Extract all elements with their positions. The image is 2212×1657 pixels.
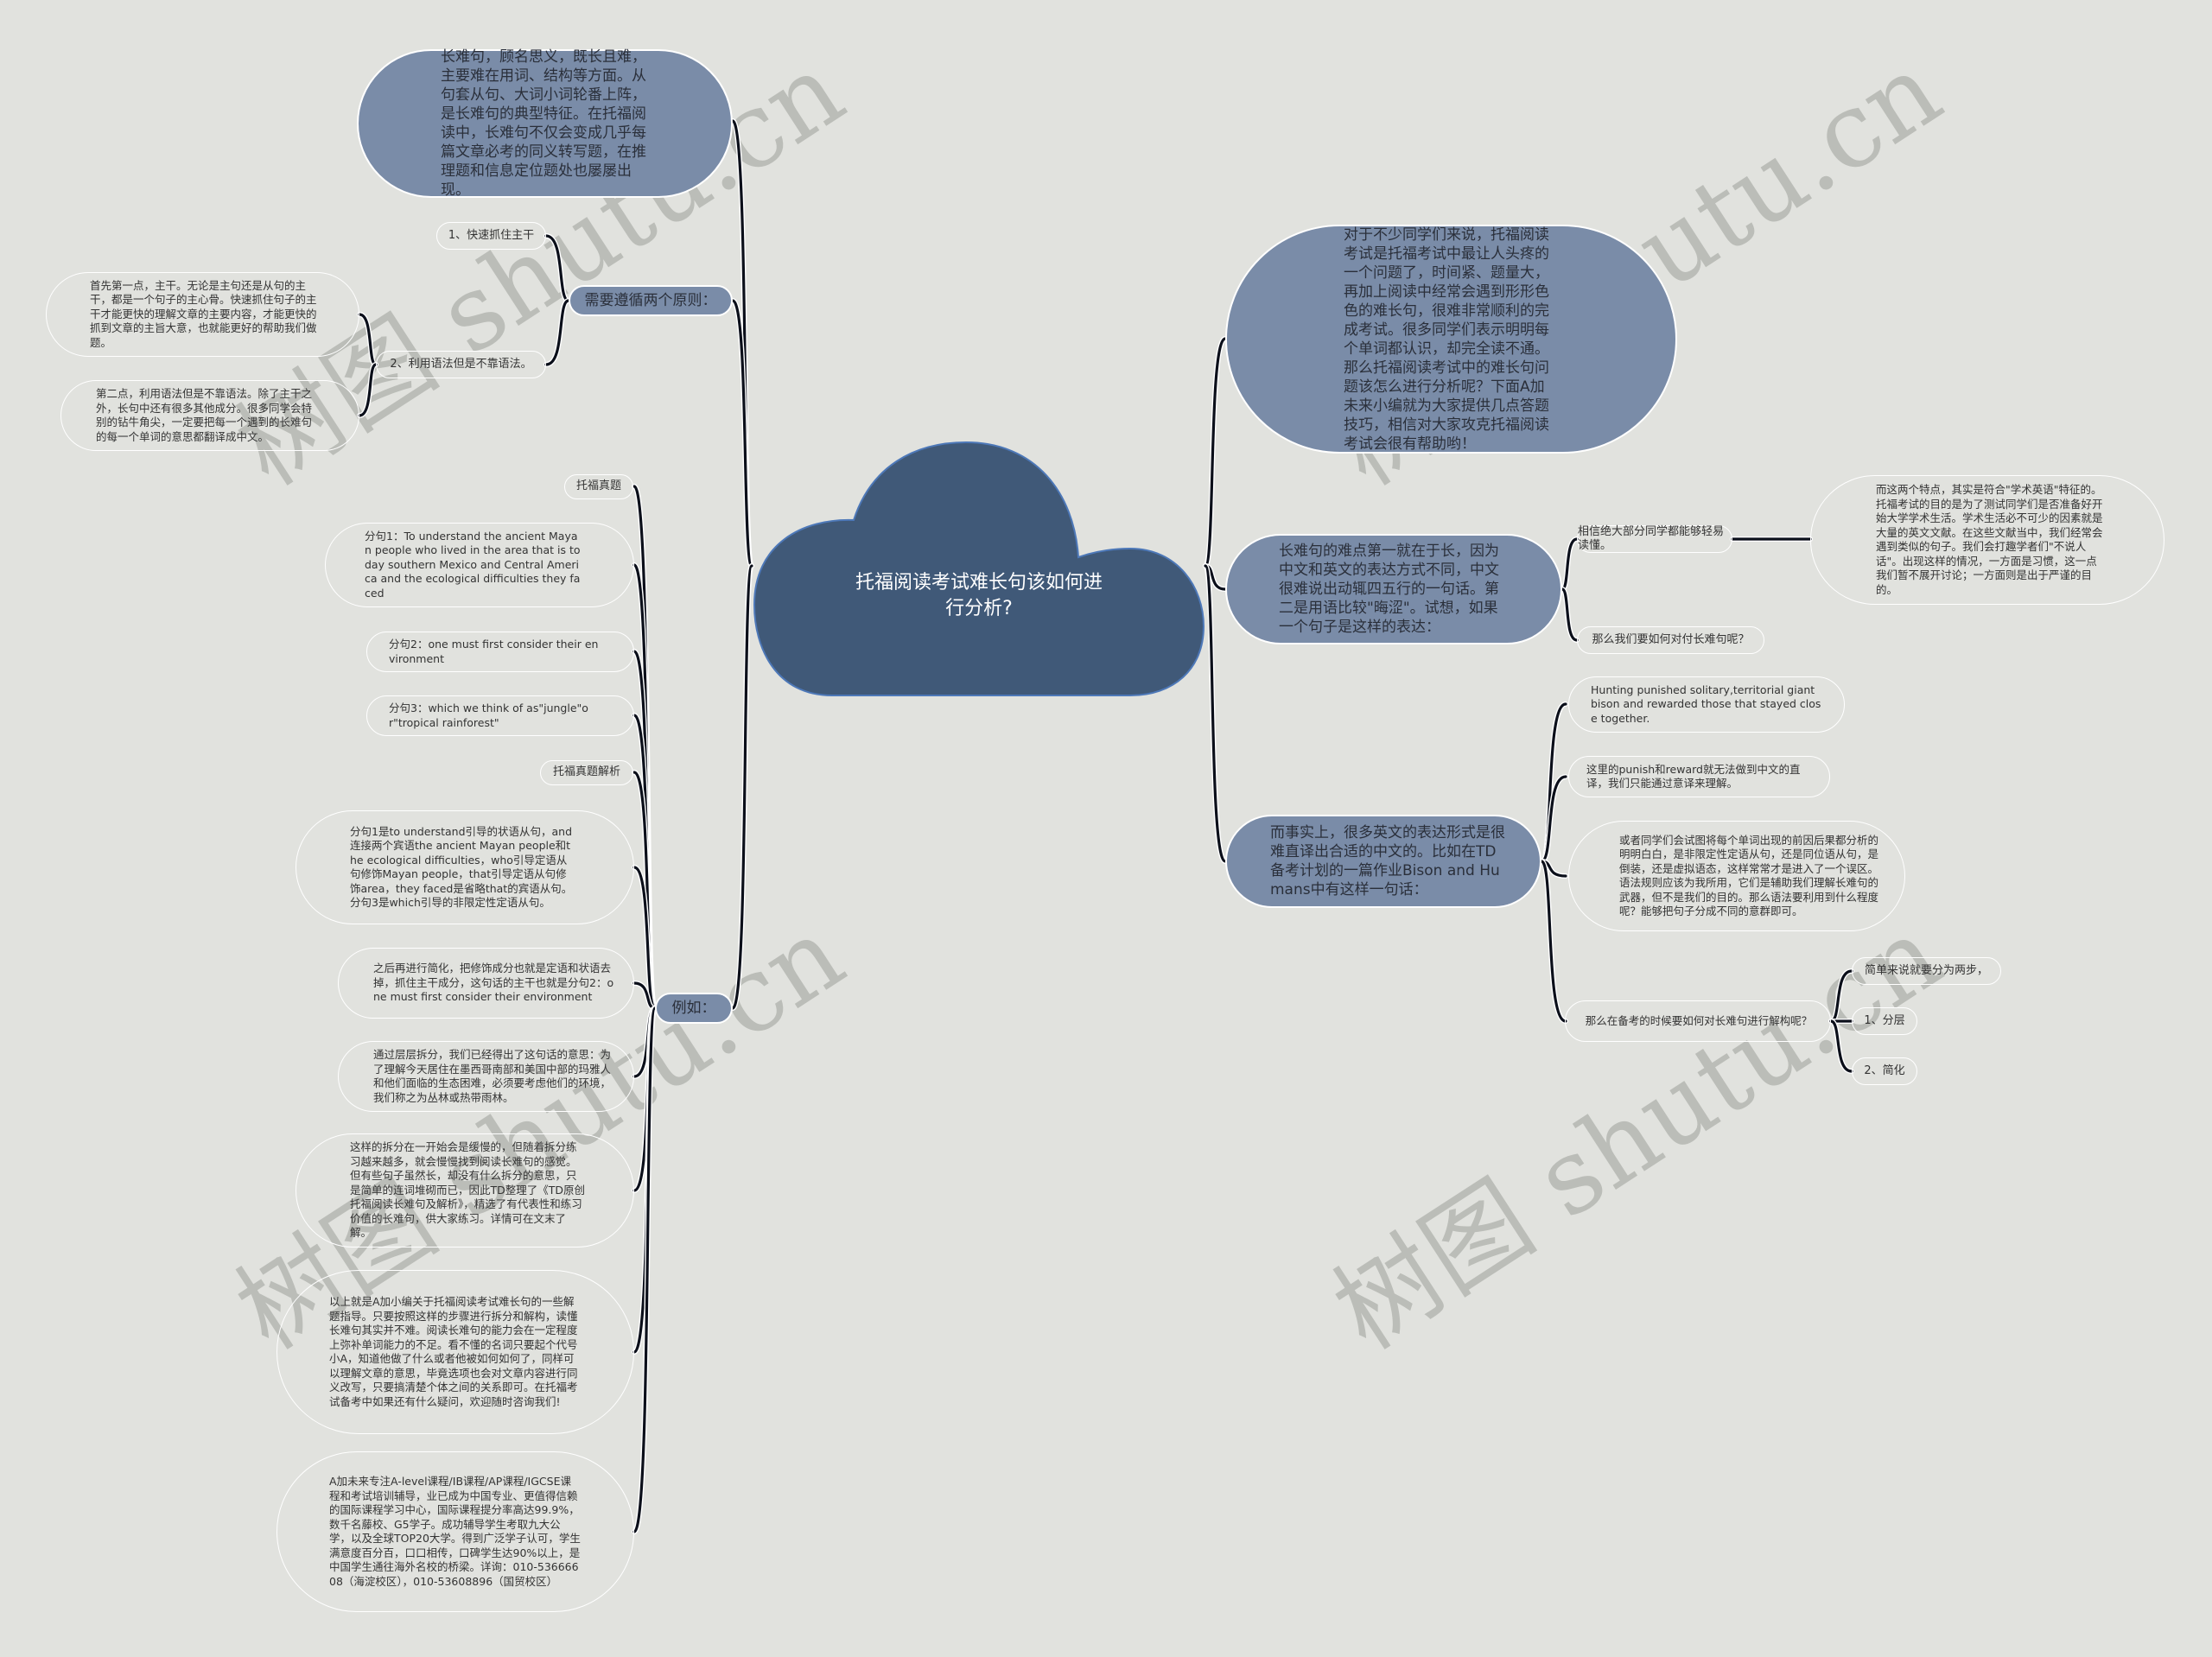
fact-grammar-note[interactable]: 或者同学们会试图将每个单词出现的前因后果都分析的明明白白，是非限定性定语从句，还… <box>1568 821 1905 931</box>
difficulty-easy-node[interactable]: 相信绝大部分同学都能够轻易读懂。 <box>1577 525 1732 553</box>
node-text: 以上就是A加小编关于托福阅读考试难长句的一些解题指导。只要按照这样的步骤进行拆分… <box>329 1295 578 1408</box>
deconstruct-step-intro[interactable]: 简单来说就要分为两步， <box>1852 957 2001 985</box>
deconstruct-step-1[interactable]: 1、分层 <box>1852 1007 1917 1035</box>
node-text: 那么我们要如何对付长难句呢？ <box>1592 632 1750 646</box>
node-text: 1、快速抓住主干 <box>448 228 535 242</box>
deconstruct-node[interactable]: 那么在备考的时候要如何对长难句进行解构呢？ <box>1565 1000 1831 1042</box>
node-text: 托福真题 <box>575 479 621 493</box>
example-item-promo[interactable]: A加未来专注A-level课程/IB课程/AP课程/IGCSE课程和考试培训辅导… <box>276 1451 634 1612</box>
fact-node[interactable]: 而事实上，很多英文的表达形式是很难直译出合适的中文的。比如在TD备考计划的一篇作… <box>1225 815 1541 908</box>
node-text: 分句1是to understand引导的状语从句，and连接两个宾语the an… <box>350 824 573 910</box>
example-item-meaning[interactable]: 通过层层拆分，我们已经得出了这句话的意思：为了理解今天居住在墨西哥南部和美国中部… <box>338 1041 634 1112</box>
node-text: 分句2：one must first consider their enviro… <box>389 638 599 665</box>
node-text: 通过层层拆分，我们已经得出了这句话的意思：为了理解今天居住在墨西哥南部和美国中部… <box>373 1048 612 1104</box>
node-text: 对于不少同学们来说，托福阅读考试是托福考试中最让人头疼的一个问题了，时间紧、题量… <box>1344 225 1549 453</box>
node-text: Hunting punished solitary,territorial gi… <box>1591 682 1821 725</box>
node-text: 之后再进行简化，把修饰成分也就是定语和状语去掉，抓住主干成分，这句话的主干也就是… <box>373 962 614 1004</box>
difficulty-node[interactable]: 长难句的难点第一就在于长，因为中文和英文的表达方式不同，中文很难说出动辄四五行的… <box>1225 534 1562 644</box>
root-title: 托福阅读考试难长句该如何进行分析? <box>855 572 1103 619</box>
root-node[interactable]: 托福阅读考试难长句该如何进行分析? <box>750 432 1208 700</box>
link-fact-item-3-halo <box>1539 859 1568 1024</box>
difficulty-detail-node[interactable]: 而这两个特点，其实是符合"学术英语"特征的。托福考试的目的是为了测试同学们是否准… <box>1810 475 2164 605</box>
node-text: 这样的拆分在一开始会是缓慢的，但随着拆分练习越来越多，就会慢慢找到阅读长难句的感… <box>350 1140 586 1240</box>
node-text: 分句1：To understand the ancient Mayan peop… <box>365 529 581 600</box>
fact-translation-note[interactable]: 这里的punish和reward就无法做到中文的直译，我们只能通过意译来理解。 <box>1568 756 1830 797</box>
node-text: 相信绝大部分同学都能够轻易读懂。 <box>1578 524 1725 553</box>
example-item-toefl-question[interactable]: 托福真题 <box>564 474 633 499</box>
example-node[interactable]: 例如： <box>655 993 733 1024</box>
node-text: 或者同学们会试图将每个单词出现的前因后果都分析的明明白白，是非限定性定语从句，还… <box>1619 833 1879 918</box>
example-item-clause-2[interactable]: 分句2：one must first consider their enviro… <box>366 632 634 672</box>
intro-right-node[interactable]: 对于不少同学们来说，托福阅读考试是托福考试中最让人头疼的一个问题了，时间紧、题量… <box>1225 225 1677 454</box>
node-text: 2、利用语法但是不靠语法。 <box>390 357 532 371</box>
principles-node[interactable]: 需要遵循两个原则： <box>569 285 733 316</box>
principle-detail-1[interactable]: 首先第一点，主干。无论是主句还是从句的主干，都是一个句子的主心骨。快速抓住句子的… <box>46 272 359 357</box>
node-text: 例如： <box>671 1000 716 1017</box>
example-item-analysis-title[interactable]: 托福真题解析 <box>540 760 633 785</box>
example-item-summary[interactable]: 以上就是A加小编关于托福阅读考试难长句的一些解题指导。只要按照这样的步骤进行拆分… <box>276 1270 634 1434</box>
node-text: 分句3：which we think of as"jungle"or"tropi… <box>389 702 588 729</box>
example-item-clause-3[interactable]: 分句3：which we think of as"jungle"or"tropi… <box>366 695 634 736</box>
node-text: 而这两个特点，其实是符合"学术英语"特征的。托福考试的目的是为了测试同学们是否准… <box>1876 483 2103 596</box>
difficulty-howto-node[interactable]: 那么我们要如何对付长难句呢？ <box>1577 626 1764 654</box>
intro-left-node[interactable]: 长难句，顾名思义，既长且难，主要难在用词、结构等方面。从句套从句、大词小词轮番上… <box>357 48 733 199</box>
principle-detail-2[interactable]: 第二点，利用语法但是不靠语法。除了主干之外，长句中还有很多其他成分。很多同学会特… <box>60 380 359 451</box>
cloud-shape <box>753 441 1205 696</box>
node-text: 2、简化 <box>1864 1063 1905 1077</box>
node-text: 托福真题解析 <box>552 765 620 779</box>
deconstruct-step-2[interactable]: 2、简化 <box>1852 1057 1917 1085</box>
node-text: 需要遵循两个原则： <box>584 292 717 309</box>
node-text: 简单来说就要分为两步， <box>1864 963 1988 977</box>
link-fact-item-1-halo <box>1539 774 1568 864</box>
link-fact-item-0-halo <box>1539 702 1568 864</box>
example-item-analysis[interactable]: 分句1是to understand引导的状语从句，and连接两个宾语the an… <box>296 810 634 924</box>
node-text: 首先第一点，主干。无论是主句还是从句的主干，都是一个句子的主心骨。快速抓住句子的… <box>90 278 317 349</box>
fact-example-sentence[interactable]: Hunting punished solitary,territorial gi… <box>1568 676 1845 733</box>
principle-2-node[interactable]: 2、利用语法但是不靠语法。 <box>376 351 546 378</box>
node-text: 长难句的难点第一就在于长，因为中文和英文的表达方式不同，中文很难说出动辄四五行的… <box>1279 543 1499 636</box>
node-text: 1、分层 <box>1864 1013 1905 1027</box>
node-text: 那么在备考的时候要如何对长难句进行解构呢？ <box>1585 1013 1813 1027</box>
example-item-simplify[interactable]: 之后再进行简化，把修饰成分也就是定语和状语去掉，抓住主干成分，这句话的主干也就是… <box>338 948 634 1019</box>
principle-1-node[interactable]: 1、快速抓住主干 <box>436 222 546 250</box>
node-text: 长难句，顾名思义，既长且难，主要难在用词、结构等方面。从句套从句、大词小词轮番上… <box>441 48 646 199</box>
node-text: 这里的punish和reward就无法做到中文的直译，我们只能通过意译来理解。 <box>1586 762 1801 790</box>
node-text: A加未来专注A-level课程/IB课程/AP课程/IGCSE课程和考试培训辅导… <box>329 1475 581 1588</box>
node-text: 第二点，利用语法但是不靠语法。除了主干之外，长句中还有很多其他成分。很多同学会特… <box>96 387 313 443</box>
example-item-clause-1[interactable]: 分句1：To understand the ancient Mayan peop… <box>325 523 634 607</box>
node-text: 而事实上，很多英文的表达形式是很难直译出合适的中文的。比如在TD备考计划的一篇作… <box>1270 824 1505 898</box>
example-item-practice[interactable]: 这样的拆分在一开始会是缓慢的，但随着拆分练习越来越多，就会慢慢找到阅读长难句的感… <box>296 1133 634 1248</box>
